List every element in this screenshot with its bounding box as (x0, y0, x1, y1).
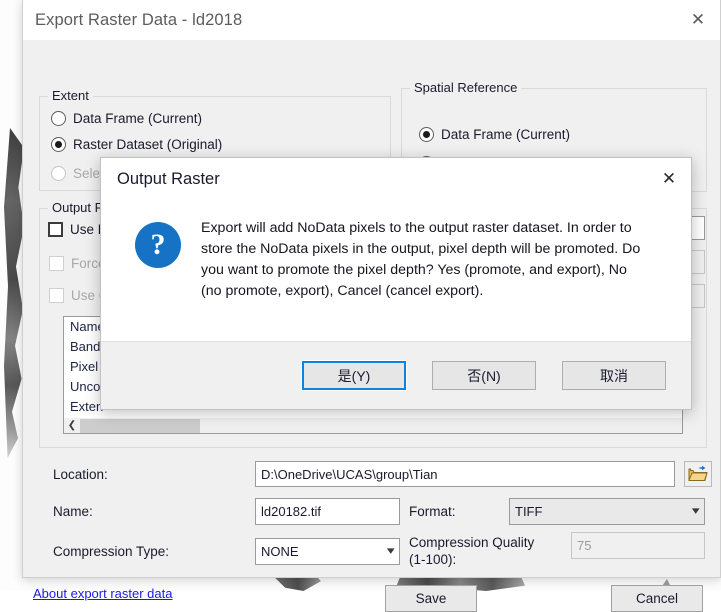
radio-extent-data-frame[interactable]: Data Frame (Current) (51, 111, 202, 126)
modal-titlebar: Output Raster ✕ (101, 158, 691, 200)
radio-extent-raster-dataset[interactable]: Raster Dataset (Original) (51, 137, 222, 152)
page-title: Export Raster Data - ld2018 (35, 10, 243, 29)
radio-icon (419, 127, 434, 142)
close-icon[interactable]: ✕ (647, 158, 691, 200)
location-value: D:\OneDrive\UCAS\group\Tian (261, 466, 438, 482)
compression-quality-label: Compression Quality (409, 535, 535, 550)
raster-map-shape-left (4, 128, 24, 458)
modal-title: Output Raster (117, 169, 220, 188)
checkbox-use-renderer[interactable]: Use R (48, 222, 108, 237)
compression-quality-value: 75 (577, 538, 592, 553)
compression-type-value: NONE (261, 544, 299, 559)
spatial-reference-group-legend: Spatial Reference (410, 80, 522, 95)
chevron-down-icon: ▾ (692, 505, 701, 517)
compression-quality-input: 75 (571, 532, 705, 559)
format-value: TIFF (515, 504, 543, 519)
browse-folder-button[interactable] (684, 461, 712, 487)
cancel-button[interactable]: 取消 (562, 361, 666, 390)
radio-label: Data Frame (Current) (441, 127, 571, 142)
export-dialog-titlebar: Export Raster Data - ld2018 ✕ (23, 0, 720, 40)
save-button[interactable]: Save (385, 585, 477, 612)
checkbox-force-rgb: Force (49, 256, 106, 271)
radio-sr-data-frame[interactable]: Data Frame (Current) (419, 127, 570, 142)
modal-footer: 是(Y) 否(N) 取消 (101, 341, 691, 409)
format-dropdown[interactable]: TIFF ▾ (509, 498, 705, 525)
question-mark-icon: ? (135, 222, 181, 268)
radio-icon (51, 166, 66, 181)
modal-content: ? Export will add NoData pixels to the o… (101, 200, 691, 341)
extent-group-legend: Extent (48, 88, 93, 103)
name-input[interactable]: ld20182.tif (255, 498, 400, 525)
modal-message: Export will add NoData pixels to the out… (201, 220, 641, 299)
close-icon[interactable]: ✕ (676, 0, 720, 40)
cancel-button[interactable]: Cancel (611, 585, 703, 612)
scrollbar-thumb[interactable] (80, 418, 200, 433)
radio-label: Raster Dataset (Original) (73, 137, 223, 152)
location-label: Location: (53, 467, 108, 482)
name-label: Name: (53, 504, 93, 519)
radio-label: Data Frame (Current) (73, 111, 203, 126)
location-input[interactable]: D:\OneDrive\UCAS\group\Tian (255, 461, 675, 487)
compression-quality-label-range: (1-100): (409, 552, 457, 567)
no-button[interactable]: 否(N) (432, 361, 536, 390)
output-raster-modal: Output Raster ✕ ? Export will add NoData… (100, 157, 692, 410)
about-export-raster-data-link[interactable]: About export raster data (33, 586, 172, 601)
open-folder-icon (688, 465, 708, 481)
checkbox-icon (49, 256, 64, 271)
yes-button[interactable]: 是(Y) (301, 360, 407, 391)
checkbox-icon (49, 288, 64, 303)
compression-type-label: Compression Type: (53, 544, 170, 559)
name-value: ld20182.tif (261, 504, 321, 519)
format-label: Format: (409, 504, 456, 519)
raster-properties-hscrollbar[interactable]: ❮ (63, 418, 683, 434)
checkbox-icon (48, 222, 63, 237)
radio-icon (51, 137, 66, 152)
chevron-left-icon[interactable]: ❮ (64, 418, 80, 433)
radio-icon (51, 111, 66, 126)
chevron-down-icon: ▾ (387, 545, 396, 557)
compression-type-dropdown[interactable]: NONE ▾ (255, 538, 400, 565)
